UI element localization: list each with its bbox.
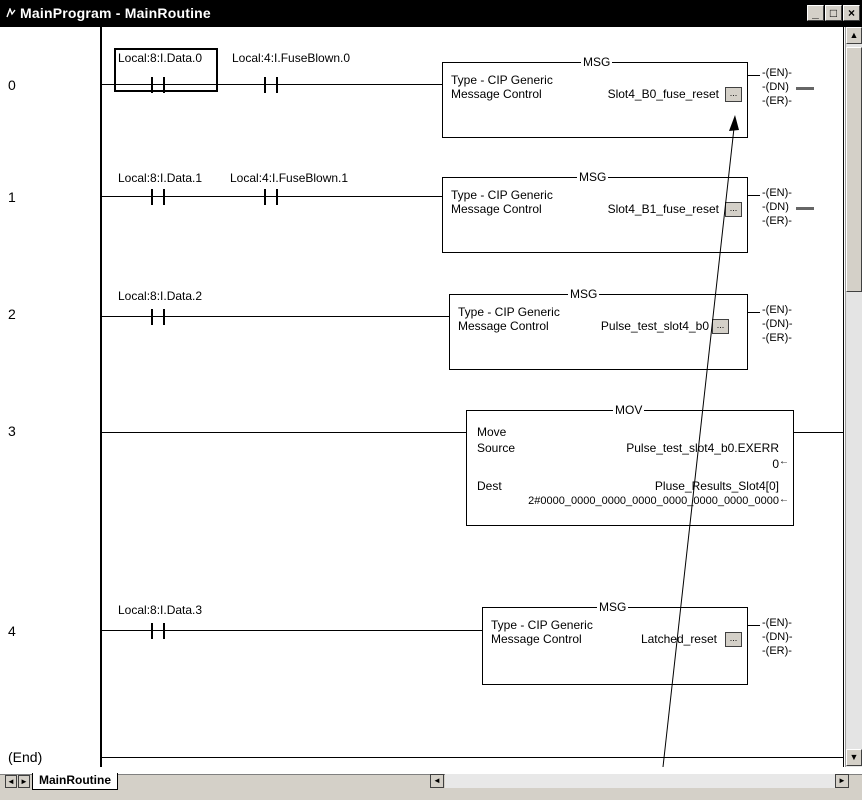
annotation-arrow — [662, 115, 739, 767]
routine-window: MainProgram - MainRoutine _ □ × 0 Local:… — [0, 0, 862, 802]
bottom-bar: ◄ ► MainRoutine ◄ ► — [0, 767, 862, 802]
scroll-down-icon[interactable]: ▼ — [846, 749, 862, 766]
minimize-icon: _ — [812, 6, 819, 20]
hscroll-left-icon[interactable]: ◄ — [430, 774, 444, 788]
scroll-thumb[interactable] — [846, 47, 862, 292]
maximize-icon: □ — [829, 6, 838, 20]
tab-scroll-left-icon[interactable]: ◄ — [5, 775, 17, 788]
vertical-scrollbar[interactable]: ▲ ▼ — [845, 27, 862, 767]
ladder-editor[interactable]: 0 Local:8:I.Data.0 Local:4:I.FuseBlown.0… — [0, 27, 845, 767]
maximize-button[interactable]: □ — [825, 5, 842, 21]
ladder-app-icon — [6, 8, 16, 18]
tab-scroll-right-icon[interactable]: ► — [18, 775, 30, 788]
title-bar: MainProgram - MainRoutine _ □ × — [0, 0, 862, 27]
minimize-button[interactable]: _ — [807, 5, 824, 21]
scroll-up-icon[interactable]: ▲ — [846, 27, 862, 44]
hscroll-right-icon[interactable]: ► — [835, 774, 849, 788]
tab-mainroutine[interactable]: MainRoutine — [32, 773, 118, 790]
window-title: MainProgram - MainRoutine — [20, 5, 211, 21]
hscroll-track[interactable] — [445, 774, 835, 788]
close-button[interactable]: × — [843, 5, 860, 21]
close-icon: × — [847, 6, 855, 20]
